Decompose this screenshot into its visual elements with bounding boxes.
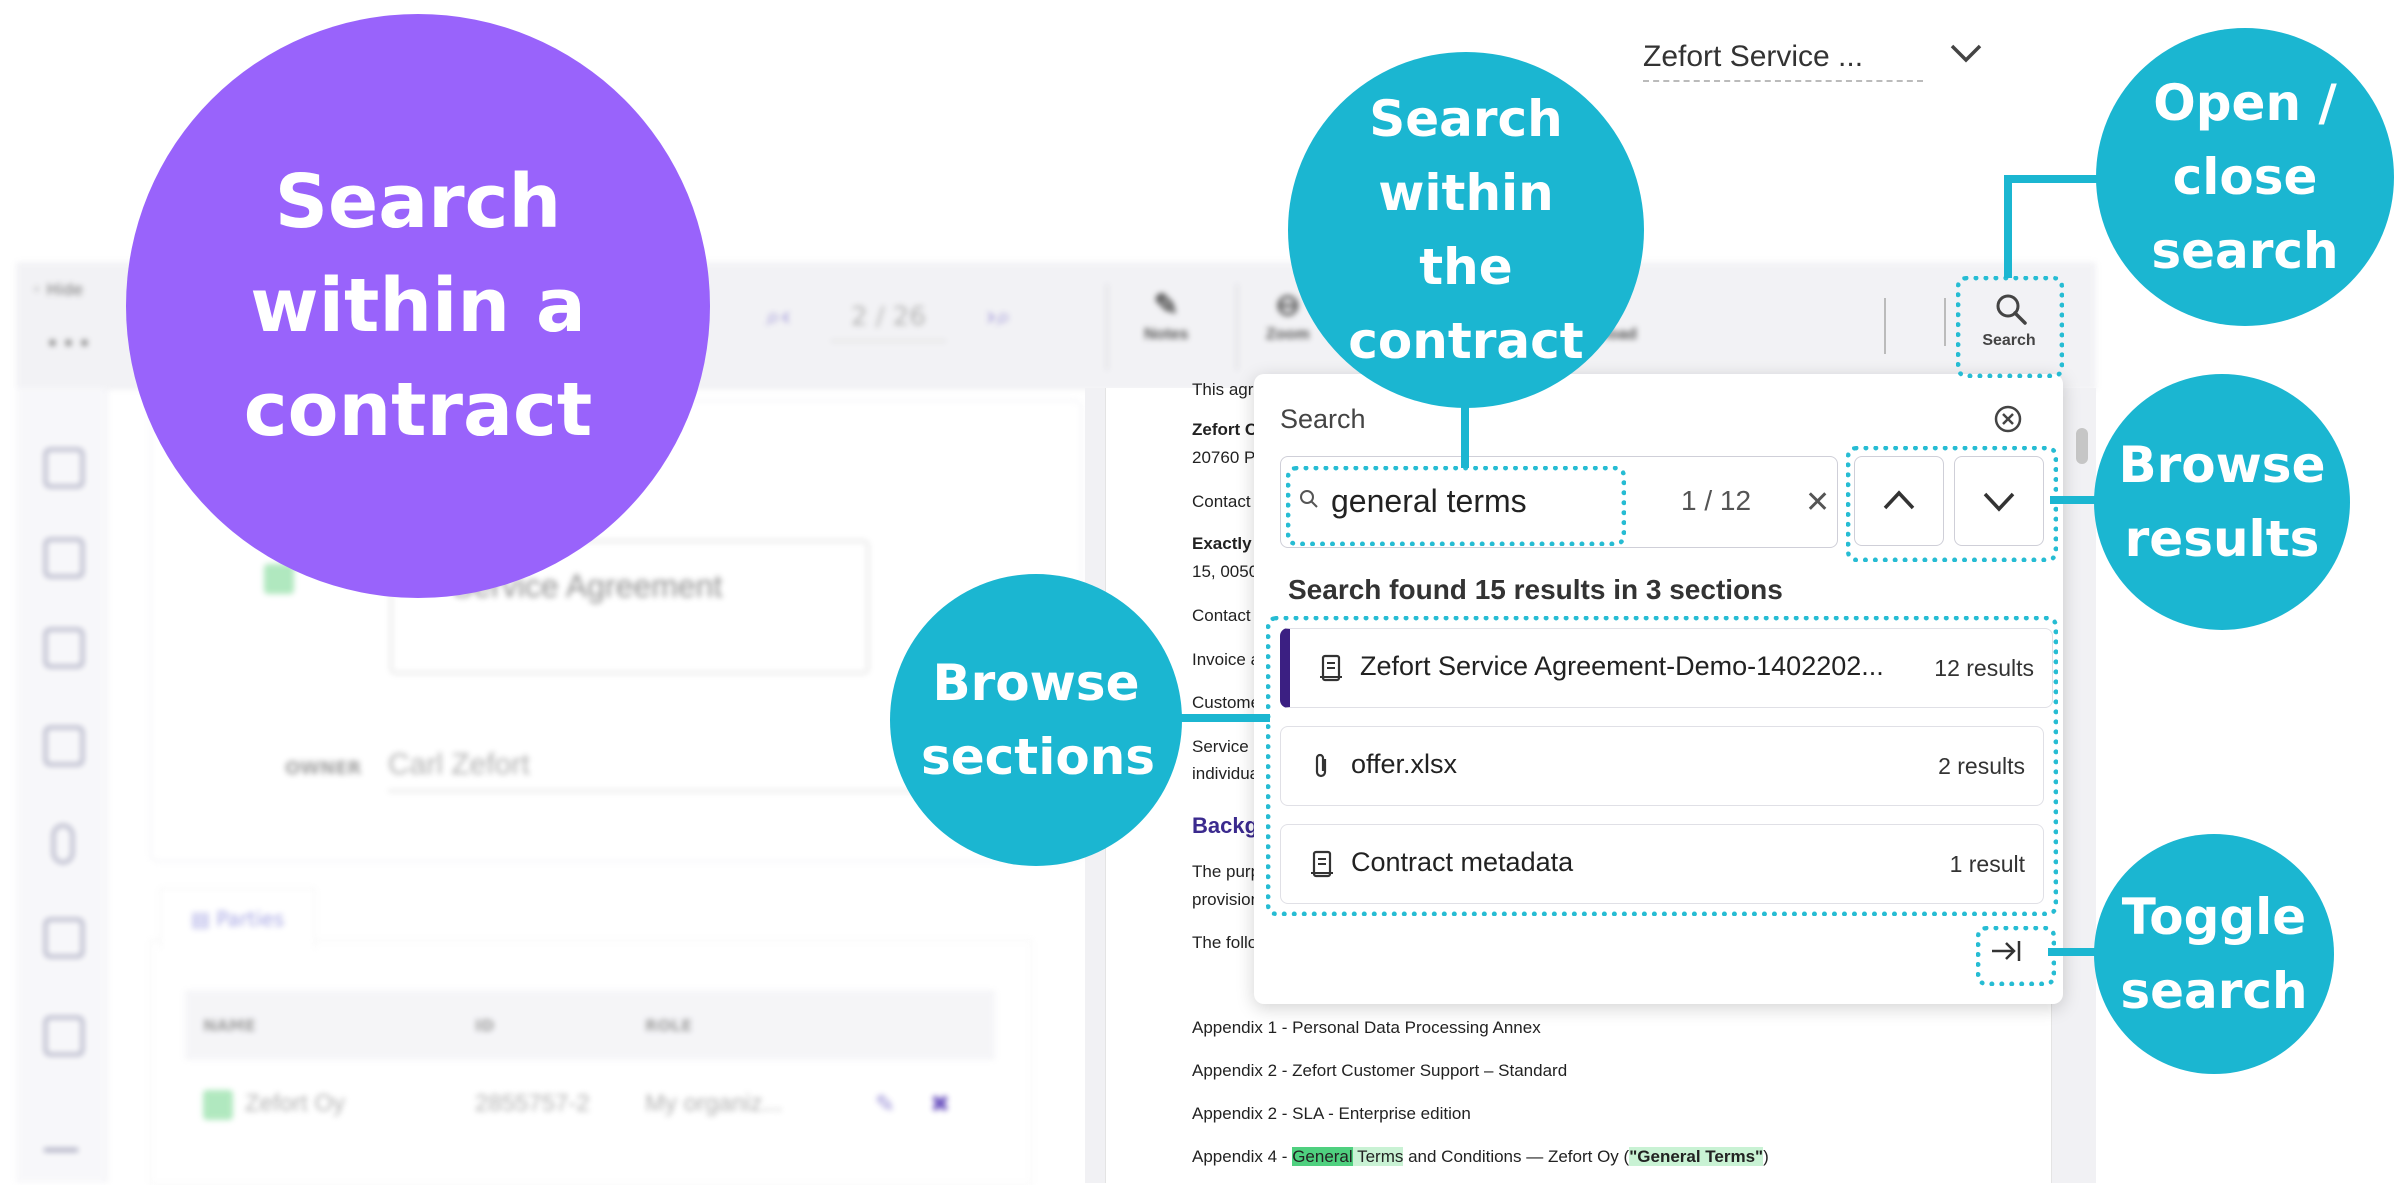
doc-heading: Backg	[1192, 813, 1259, 838]
callout-open-close-text: Open / close search	[2151, 74, 2339, 280]
doc-line: Service I	[1192, 737, 1259, 756]
callout-open-close: Open / close search	[2096, 28, 2394, 326]
table-row[interactable]: Zefort Oy 2855757-2 My organiz... ✎ ✖	[185, 1070, 995, 1140]
sidebar-attachment-icon[interactable]	[52, 824, 74, 864]
doc-line: Contact	[1192, 606, 1251, 625]
document-select-value: Zefort Service ...	[1643, 40, 1864, 73]
sidebar-contract-icon[interactable]	[44, 448, 84, 488]
sidebar-edit-icon[interactable]	[44, 918, 84, 958]
highlight-search-input	[1286, 466, 1626, 546]
party-id: 2855757-2	[475, 1090, 590, 1117]
callout-browse-results-text: Browse results	[2118, 436, 2326, 568]
sidebar-grid-icon[interactable]	[44, 628, 84, 668]
parties-table-header: NAME ID ROLE	[185, 990, 995, 1060]
highlight-search-button	[1956, 276, 2064, 378]
search-panel-title: Search	[1280, 404, 1366, 434]
toolbar-divider	[1884, 298, 1886, 354]
more-icon[interactable]: •••	[46, 332, 94, 357]
callout-search-within: Search within the contract	[1288, 52, 1644, 408]
notes-label: Notes	[1144, 326, 1189, 343]
party-name: Zefort Oy	[245, 1090, 346, 1117]
highlight-navigation	[1846, 446, 2058, 562]
toolbar-divider	[1236, 284, 1238, 370]
appendix-prefix: Appendix 4 -	[1192, 1147, 1293, 1166]
tab-parties[interactable]: ▤ Parties	[160, 888, 316, 949]
highlight-sections	[1266, 616, 2058, 916]
doc-appendix: Appendix 1 - Personal Data Processing An…	[1192, 1018, 1541, 1037]
callout-main-text: Search within a contract	[243, 159, 593, 453]
search-summary: Search found 15 results in 3 sections	[1288, 574, 1783, 605]
doc-line: Exactly	[1192, 534, 1252, 553]
connector-line	[1180, 714, 1270, 722]
highlight-toggle	[1976, 926, 2056, 986]
notes-button[interactable]: ✎ Notes	[1144, 286, 1188, 344]
callout-search-within-text: Search within the contract	[1348, 90, 1584, 370]
zoom-in-prev-icon[interactable]: ⌕‹	[766, 302, 791, 332]
party-role[interactable]: My organiz...	[645, 1090, 782, 1118]
party-avatar	[203, 1090, 233, 1120]
doc-line: The purp	[1192, 862, 1261, 881]
toolbar-divider	[1944, 298, 1946, 346]
sidebar-signature-icon[interactable]	[44, 1016, 84, 1056]
callout-browse-sections: Browse sections	[890, 574, 1182, 866]
sidebar-pen-icon[interactable]	[44, 1114, 78, 1152]
toolbar-divider	[1106, 284, 1108, 370]
clear-search-icon[interactable]: ✕	[1805, 485, 1830, 520]
doc-appendix: Appendix 2 - SLA - Enterprise edition	[1192, 1104, 1471, 1123]
owner-field[interactable]: Carl Zefort	[388, 748, 968, 792]
search-highlight: Terms	[1352, 1147, 1404, 1166]
next-page-icon[interactable]: ›⌕	[986, 302, 1011, 332]
result-position: 1 / 12	[1681, 485, 1752, 516]
owner-label: OWNER	[285, 758, 362, 779]
search-highlight-current: General	[1292, 1147, 1353, 1166]
column-id: ID	[475, 1016, 495, 1035]
document-select[interactable]: Zefort Service ...	[1643, 40, 1982, 82]
page-navigator: ⌕‹ 2 / 26 ›⌕	[766, 302, 1011, 342]
document-scrollbar[interactable]	[2076, 428, 2088, 464]
doc-line: The follo	[1192, 933, 1258, 952]
edit-party-icon[interactable]: ✎	[875, 1090, 895, 1119]
connector-line	[2004, 175, 2104, 183]
column-name: NAME	[203, 1016, 256, 1035]
column-role: ROLE	[645, 1016, 693, 1035]
callout-toggle-search-text: Toggle search	[2120, 888, 2308, 1020]
notes-icon: ✎	[1153, 289, 1179, 322]
hide-label: Hide	[46, 280, 84, 299]
hide-button[interactable]: ◦ Hide	[32, 280, 83, 299]
doc-line: This agr	[1192, 380, 1254, 399]
connector-line	[2004, 175, 2012, 278]
close-icon[interactable]	[1993, 404, 2023, 434]
doc-line: 20760 P	[1192, 448, 1256, 467]
sidebar-checklist-icon[interactable]	[44, 538, 84, 578]
doc-line: 15, 0050	[1192, 562, 1259, 581]
search-highlight: "General Terms"	[1629, 1147, 1764, 1166]
connector-line	[1461, 402, 1469, 468]
doc-line: Custome	[1192, 693, 1261, 712]
appendix-text: and Conditions — Zefort Oy (	[1403, 1147, 1630, 1166]
page-indicator[interactable]: 2 / 26	[830, 302, 946, 342]
doc-line: individua	[1192, 764, 1260, 783]
doc-line: Invoice a	[1192, 650, 1261, 669]
callout-browse-results: Browse results	[2094, 374, 2350, 630]
connector-line	[2050, 496, 2100, 504]
sidebar-calendar-icon[interactable]	[44, 726, 84, 766]
delete-party-icon[interactable]: ✖	[930, 1090, 950, 1119]
parties-tab-label: Parties	[216, 907, 285, 931]
zoom-label: Zoom	[1266, 326, 1310, 343]
doc-line: Zefort C	[1192, 420, 1258, 439]
callout-toggle-search: Toggle search	[2094, 834, 2334, 1074]
chevron-down-icon[interactable]	[1949, 40, 1983, 72]
doc-line: Contact	[1192, 492, 1251, 511]
doc-line: provision	[1192, 890, 1261, 909]
callout-browse-sections-text: Browse sections	[921, 654, 1156, 786]
doc-appendix-general-terms: Appendix 4 - General Terms and Condition…	[1192, 1147, 1769, 1167]
left-sidebar	[16, 388, 107, 1183]
doc-appendix: Appendix 2 - Zefort Customer Support – S…	[1192, 1061, 1568, 1080]
parties-panel	[150, 940, 1032, 1185]
appendix-text: )	[1763, 1147, 1769, 1166]
callout-main: Search within a contract	[126, 14, 710, 598]
